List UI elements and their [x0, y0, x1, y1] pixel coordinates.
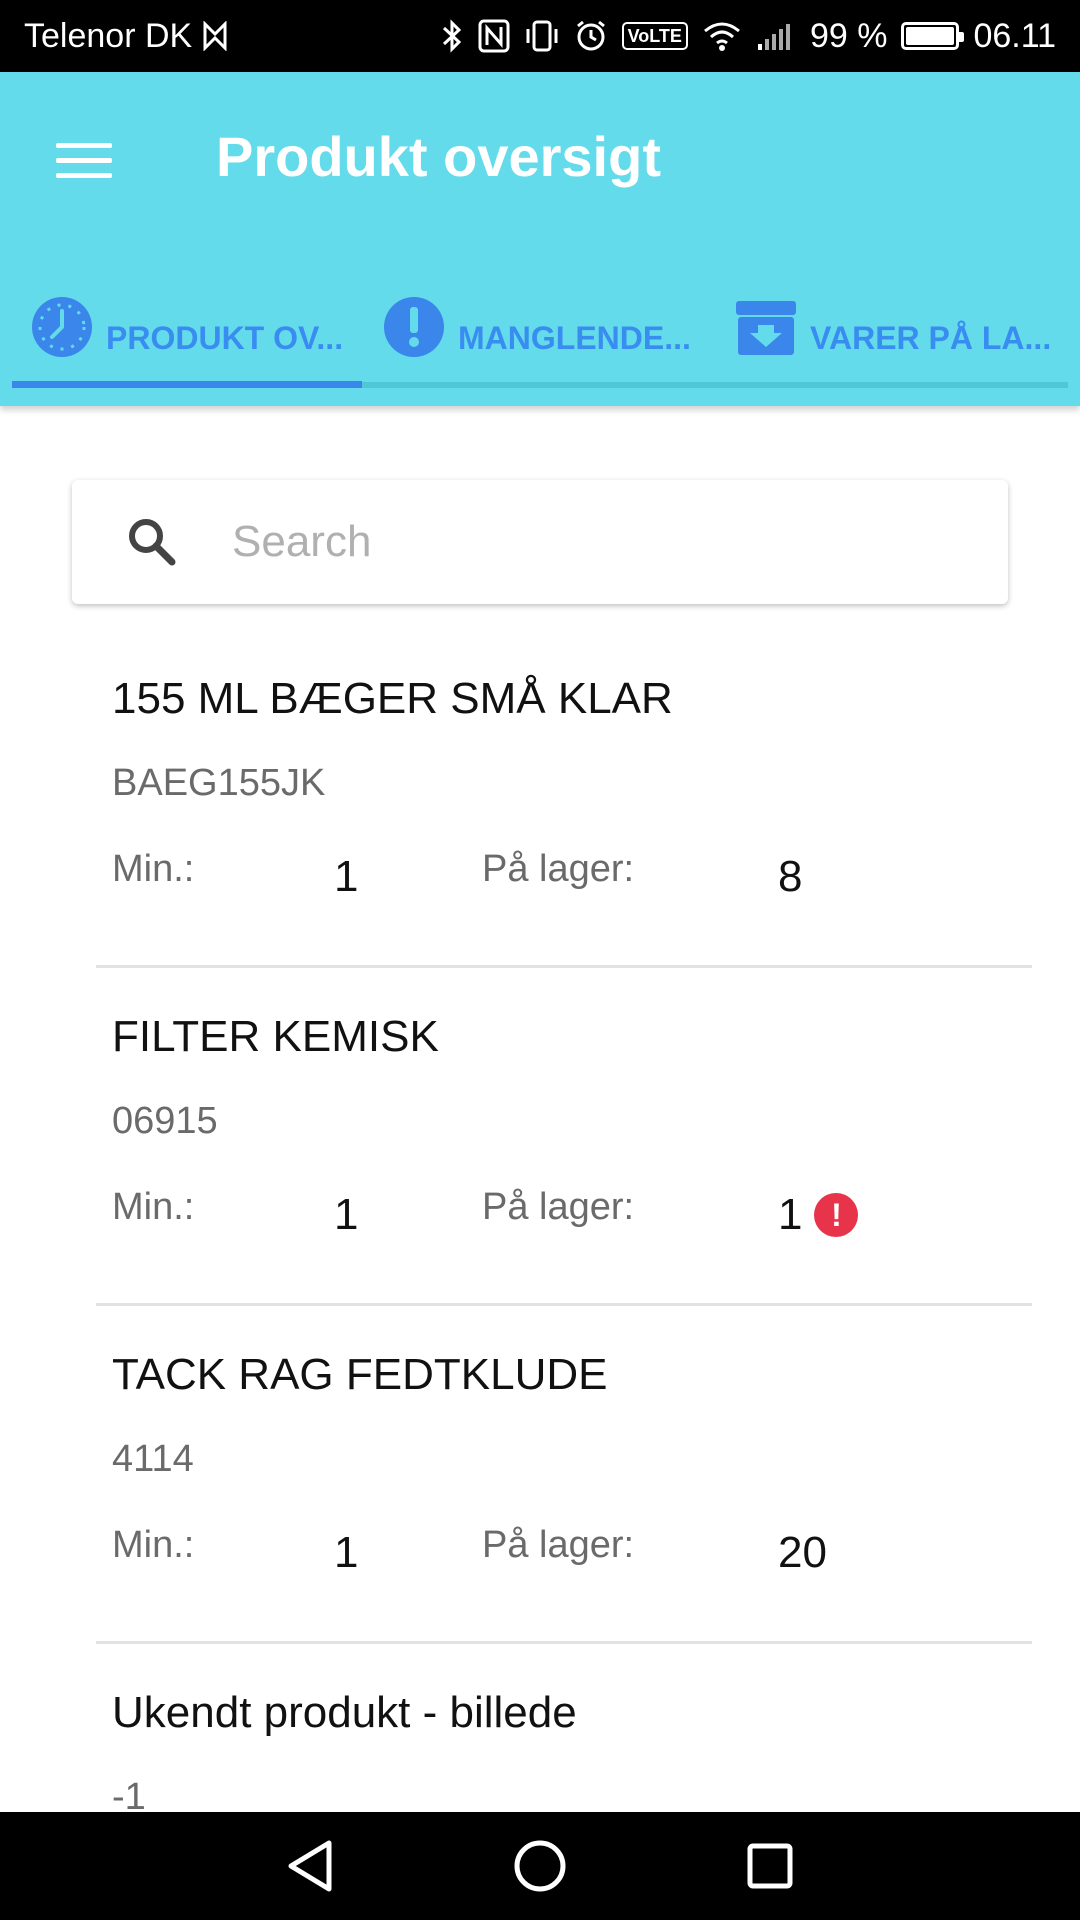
hamburger-menu-icon[interactable] — [56, 130, 126, 190]
battery-icon — [901, 22, 965, 50]
low-stock-warning-icon: ! — [814, 1193, 859, 1237]
list-item[interactable]: FILTER KEMISK 06915 Min.: 1 På lager: 1 … — [96, 968, 1032, 1306]
min-label: Min.: — [112, 1524, 195, 1566]
volte-icon: VoLTE — [621, 16, 688, 56]
vibrate-icon — [524, 16, 560, 56]
tab-active-indicator — [12, 381, 362, 388]
nfc-icon — [478, 16, 510, 56]
product-code: BAEG155JK — [112, 762, 326, 804]
alarm-icon — [574, 16, 608, 56]
stock-value: 1 — [778, 1190, 803, 1239]
tab-label: PRODUKT OV... — [106, 319, 344, 356]
list-item[interactable]: TACK RAG FEDTKLUDE 4114 Min.: 1 På lager… — [96, 1306, 1032, 1644]
search-box — [72, 480, 1008, 604]
signal-icon — [756, 16, 796, 56]
search-input[interactable] — [232, 517, 932, 567]
stock-value: 20 — [778, 1528, 827, 1577]
tab-bar: PRODUKT OV... MANGLENDE... VARER PÅ LA..… — [12, 272, 1068, 390]
carrier-name: Telenor DK — [24, 16, 193, 55]
min-value: 1 — [334, 1528, 359, 1577]
system-nav-bar — [0, 1812, 1080, 1920]
min-value: 1 — [334, 852, 359, 901]
stock-label: På lager: — [482, 1524, 635, 1566]
clock-time: 06.11 — [973, 16, 1056, 55]
stock-value-wrap: 8 — [778, 852, 802, 902]
min-label: Min.: — [112, 848, 195, 890]
stock-value-wrap: 1 ! — [778, 1190, 859, 1240]
min-value: 1 — [334, 1190, 359, 1239]
search-icon[interactable] — [124, 514, 180, 570]
product-name: Ukendt produkt - billede — [112, 1688, 577, 1737]
stock-value-wrap: 20 — [778, 1528, 827, 1578]
wifi-icon — [702, 16, 742, 56]
page-title: Produkt oversigt — [216, 125, 661, 188]
clock-icon — [30, 295, 94, 367]
tab-label: VARER PÅ LA... — [810, 319, 1052, 356]
bluetooth-icon — [440, 16, 464, 56]
home-icon[interactable] — [510, 1836, 570, 1896]
status-bar: Telenor DK VoLTE 99 % 06.11 — [0, 0, 1080, 72]
carrier-flag-icon — [202, 16, 228, 56]
back-icon[interactable] — [280, 1836, 340, 1896]
stock-label: På lager: — [482, 848, 635, 890]
recents-icon[interactable] — [740, 1836, 800, 1896]
product-code: 06915 — [112, 1100, 218, 1142]
product-name: FILTER KEMISK — [112, 1012, 439, 1061]
tab-manglende[interactable]: MANGLENDE... — [364, 272, 716, 390]
list-item[interactable]: 155 ML BÆGER SMÅ KLAR BAEG155JK Min.: 1 … — [96, 630, 1032, 968]
app-bar: Produkt oversigt PRODUKT OV... MANGLENDE… — [0, 72, 1080, 406]
min-label: Min.: — [112, 1186, 195, 1228]
product-code: 4114 — [112, 1438, 194, 1480]
product-list: 155 ML BÆGER SMÅ KLAR BAEG155JK Min.: 1 … — [96, 630, 1032, 1920]
battery-percent: 99 % — [809, 16, 888, 55]
tab-produkt-oversigt[interactable]: PRODUKT OV... — [12, 272, 364, 390]
tab-label: MANGLENDE... — [458, 319, 691, 356]
alert-icon — [382, 295, 446, 367]
product-name: 155 ML BÆGER SMÅ KLAR — [112, 674, 673, 723]
tab-varer-paa-lager[interactable]: VARER PÅ LA... — [716, 272, 1068, 390]
archive-download-icon — [734, 295, 798, 367]
stock-value: 8 — [778, 852, 803, 901]
stock-label: På lager: — [482, 1186, 635, 1228]
product-name: TACK RAG FEDTKLUDE — [112, 1350, 608, 1399]
